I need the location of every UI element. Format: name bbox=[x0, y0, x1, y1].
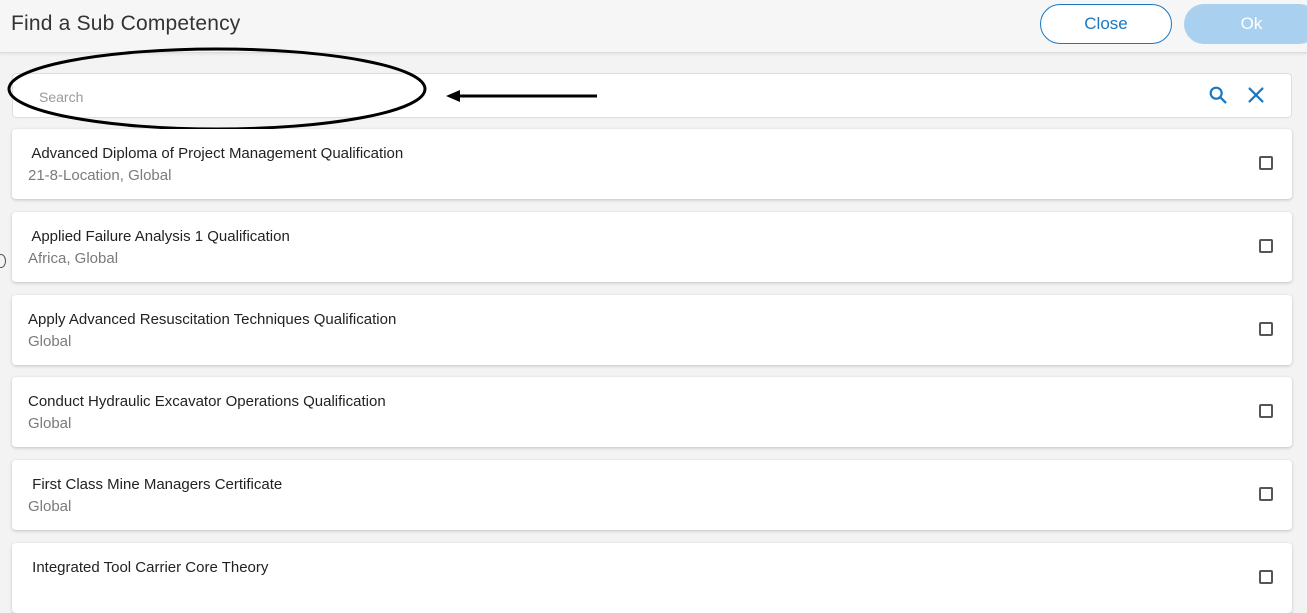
item-title: Apply Advanced Resuscitation Techniques … bbox=[28, 311, 397, 328]
item-subtitle: Global bbox=[28, 498, 72, 515]
search-input[interactable] bbox=[37, 84, 1141, 110]
item-subtitle: Global bbox=[28, 415, 72, 432]
item-checkbox[interactable] bbox=[1259, 404, 1273, 418]
list-item[interactable]: Advanced Diploma of Project Management Q… bbox=[12, 129, 1292, 199]
search-box bbox=[12, 73, 1292, 118]
item-checkbox[interactable] bbox=[1259, 487, 1273, 501]
list-item[interactable]: Conduct Hydraulic Excavator Operations Q… bbox=[12, 377, 1292, 447]
dialog-header: Find a Sub Competency Close Ok bbox=[0, 0, 1307, 53]
list-item[interactable]: First Class Mine Managers Certificate Gl… bbox=[12, 460, 1292, 530]
item-title: Integrated Tool Carrier Core Theory bbox=[28, 559, 269, 576]
search-icon[interactable] bbox=[1207, 84, 1229, 106]
item-checkbox[interactable] bbox=[1259, 239, 1273, 253]
item-subtitle: Global bbox=[28, 333, 72, 350]
close-icon[interactable] bbox=[1245, 84, 1267, 106]
dialog-title: Find a Sub Competency bbox=[11, 12, 241, 35]
item-title: Conduct Hydraulic Excavator Operations Q… bbox=[28, 393, 386, 410]
item-title: Applied Failure Analysis 1 Qualification bbox=[28, 228, 290, 245]
close-button[interactable]: Close bbox=[1040, 4, 1172, 44]
list-item[interactable]: Integrated Tool Carrier Core Theory bbox=[12, 543, 1292, 613]
item-title: Advanced Diploma of Project Management Q… bbox=[28, 145, 404, 162]
list-item[interactable]: Applied Failure Analysis 1 Qualification… bbox=[12, 212, 1292, 282]
item-checkbox[interactable] bbox=[1259, 156, 1273, 170]
item-subtitle: Africa, Global bbox=[28, 250, 119, 267]
ok-button[interactable]: Ok bbox=[1184, 4, 1307, 44]
list-item[interactable]: Apply Advanced Resuscitation Techniques … bbox=[12, 295, 1292, 365]
edge-fragment bbox=[0, 254, 6, 268]
item-checkbox[interactable] bbox=[1259, 570, 1273, 584]
item-title: First Class Mine Managers Certificate bbox=[28, 476, 283, 493]
item-subtitle: 21-8-Location, Global bbox=[28, 167, 172, 184]
item-checkbox[interactable] bbox=[1259, 322, 1273, 336]
